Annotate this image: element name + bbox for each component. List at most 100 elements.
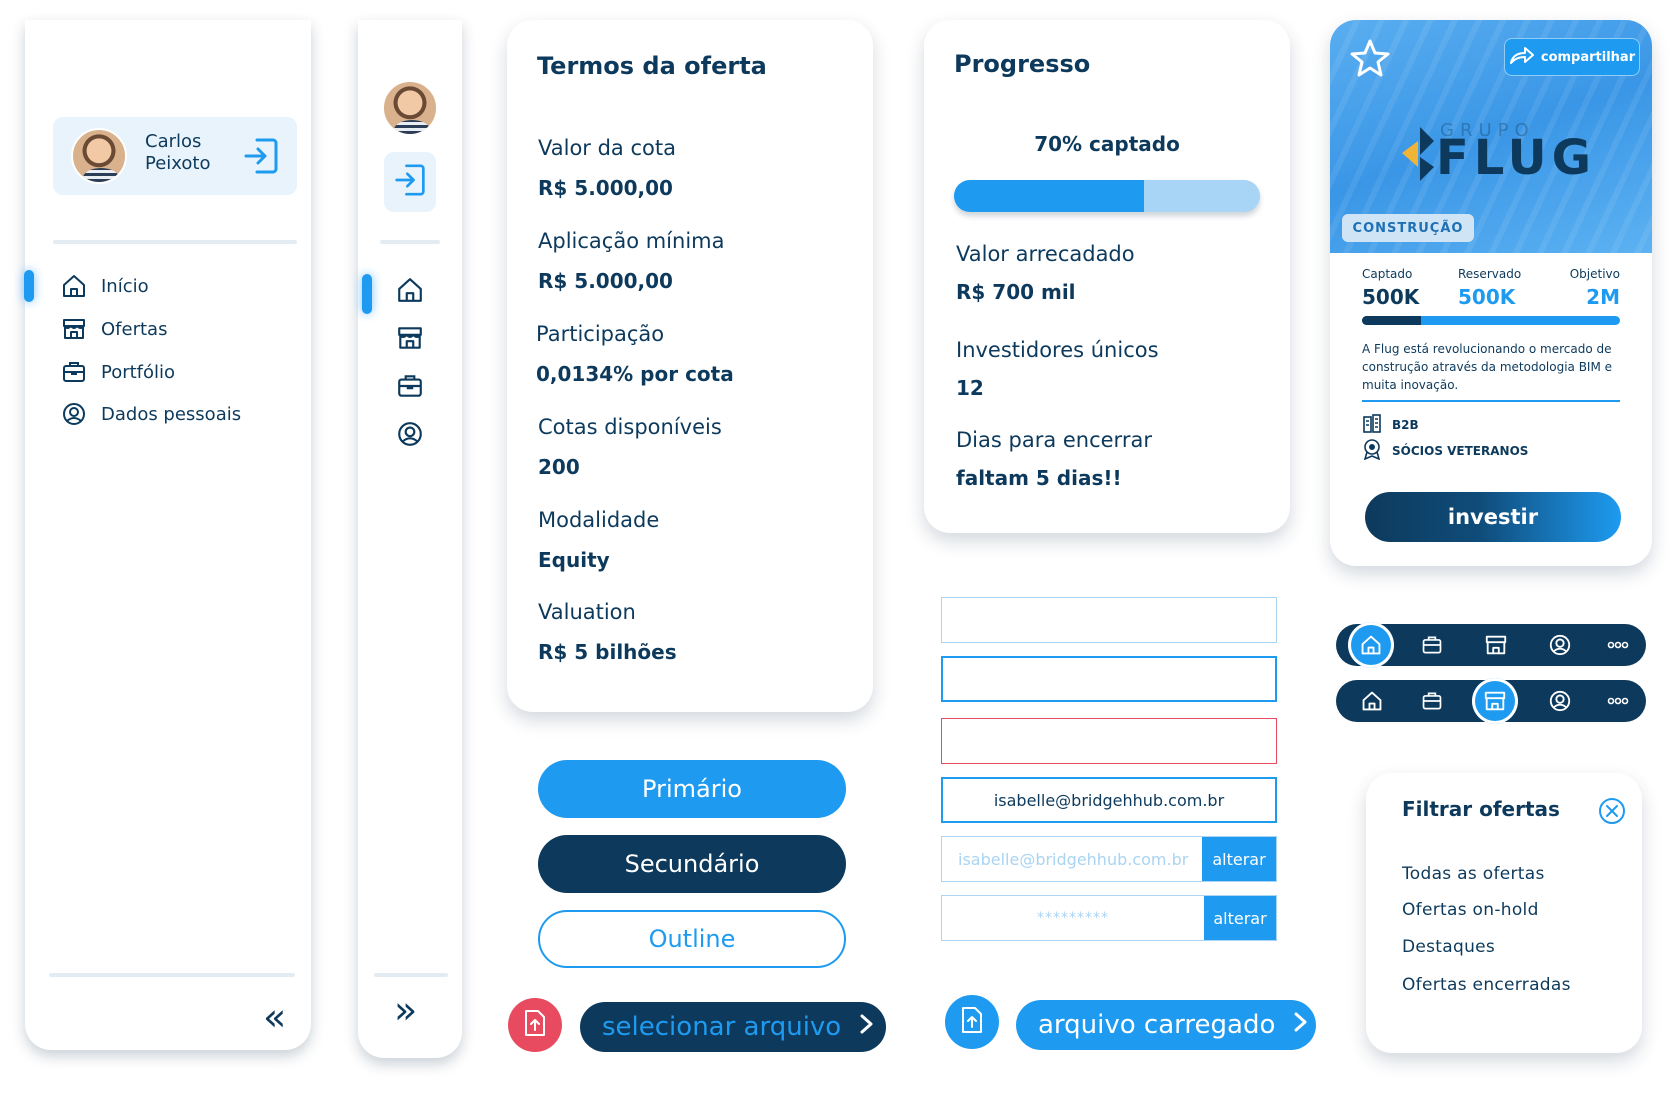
password-field[interactable]: ********* alterar [941, 895, 1277, 941]
invest-button[interactable]: investir [1365, 492, 1621, 542]
file-upload-icon [523, 1009, 547, 1041]
star-icon[interactable] [1350, 38, 1390, 82]
divider [380, 240, 440, 244]
term-value: R$ 5.000,00 [538, 176, 673, 200]
sidebar-item-dados-pessoais[interactable]: Dados pessoais [61, 401, 241, 427]
text-input-default[interactable] [941, 597, 1277, 643]
more-icon[interactable] [1602, 685, 1634, 717]
more-icon[interactable] [1602, 629, 1634, 661]
briefcase-icon[interactable] [1416, 629, 1448, 661]
text-input-error[interactable] [941, 718, 1277, 764]
brand-name: FLUG [1436, 130, 1597, 186]
outline-button[interactable]: Outline [538, 910, 846, 968]
primary-button[interactable]: Primário [538, 760, 846, 818]
file-upload-icon [960, 1006, 984, 1038]
home-icon[interactable] [1348, 622, 1394, 668]
home-icon[interactable] [396, 276, 424, 308]
user-circle-icon[interactable] [1544, 685, 1576, 717]
bottom-nav-home-active [1336, 622, 1646, 668]
funding-bar [1362, 316, 1620, 325]
term-value: Equity [538, 548, 610, 572]
term-label: Aplicação mínima [538, 229, 725, 253]
stat-label: Objetivo [1569, 267, 1620, 281]
select-file-label: selecionar arquivo [602, 1012, 842, 1042]
email-field[interactable]: isabelle@bridgehhub.com.br [941, 777, 1277, 823]
upload-error-button[interactable] [508, 998, 562, 1052]
store-icon [61, 316, 87, 342]
award-icon [1362, 438, 1382, 463]
email-readonly-value: isabelle@bridgehhub.com.br [958, 849, 1189, 869]
card-title: Progresso [954, 50, 1091, 78]
divider [1362, 400, 1620, 402]
card-title: Termos da oferta [537, 52, 767, 80]
briefcase-icon [61, 359, 87, 385]
sidebar-expanded: Carlos Peixoto Início Ofertas Portfólio … [24, 20, 311, 1050]
progress-label: Investidores únicos [956, 338, 1159, 362]
sidebar-item-inicio[interactable]: Início [61, 273, 149, 299]
term-value: R$ 5.000,00 [538, 269, 673, 293]
filter-item[interactable]: Todas as ofertas [1402, 864, 1545, 884]
progress-bar [954, 180, 1260, 212]
logout-icon [394, 162, 426, 202]
user-circle-icon[interactable] [396, 420, 424, 452]
logout-icon[interactable] [243, 137, 279, 175]
filter-item[interactable]: Ofertas on-hold [1402, 900, 1539, 920]
text-input-focused[interactable] [941, 656, 1277, 702]
home-icon[interactable] [1356, 685, 1388, 717]
sidebar-item-label: Dados pessoais [101, 403, 242, 425]
file-uploaded-button[interactable]: arquivo carregado [1016, 1000, 1316, 1050]
divider [49, 973, 295, 977]
buildings-icon [1362, 413, 1382, 436]
progress-label: Dias para encerrar [956, 428, 1152, 452]
sidebar-item-label: Portfólio [101, 361, 176, 383]
upload-success-button[interactable] [945, 995, 999, 1049]
offer-card[interactable]: compartilhar GRUPO FLUG CONSTRUÇÃO Capta… [1330, 20, 1652, 566]
store-icon[interactable] [1472, 678, 1518, 724]
user-profile-card[interactable]: Carlos Peixoto [53, 117, 297, 195]
sidebar-item-ofertas[interactable]: Ofertas [61, 316, 167, 342]
progress-card: Progresso 70% captado Valor arrecadado R… [924, 20, 1290, 533]
file-uploaded-label: arquivo carregado [1038, 1010, 1276, 1040]
user-circle-icon [61, 401, 87, 427]
share-button[interactable]: compartilhar [1504, 38, 1640, 76]
divider [374, 973, 448, 977]
bottom-nav-store-active [1336, 678, 1646, 724]
funding-bar-captado [1362, 316, 1422, 325]
progress-label: Valor arrecadado [956, 242, 1135, 266]
chevron-right-icon [1293, 1010, 1309, 1040]
term-label: Valor da cota [538, 136, 676, 160]
store-icon[interactable] [396, 324, 424, 356]
briefcase-icon[interactable] [1416, 685, 1448, 717]
tag-b2b: B2B [1362, 413, 1419, 436]
expand-sidebar-button[interactable]: » [394, 988, 417, 1032]
logout-button[interactable] [384, 152, 436, 212]
change-email-button[interactable]: alterar [1202, 837, 1276, 881]
share-label: compartilhar [1540, 49, 1636, 65]
email-readonly-field[interactable]: isabelle@bridgehhub.com.br alterar [941, 836, 1277, 882]
filter-offers-card: Filtrar ofertas Todas as ofertas Ofertas… [1366, 773, 1642, 1053]
select-file-button[interactable]: selecionar arquivo [580, 1002, 886, 1052]
progress-value: R$ 700 mil [956, 280, 1076, 304]
store-icon[interactable] [1480, 629, 1512, 661]
collapse-sidebar-button[interactable]: « [263, 995, 286, 1039]
filter-item[interactable]: Destaques [1402, 937, 1495, 957]
term-label: Participação [536, 322, 665, 346]
category-badge: CONSTRUÇÃO [1342, 214, 1474, 242]
briefcase-icon[interactable] [396, 372, 424, 404]
tag-veteranos: SÓCIOS VETERANOS [1362, 438, 1528, 463]
stat-label: Captado [1362, 267, 1413, 281]
change-password-button[interactable]: alterar [1204, 896, 1276, 940]
avatar [71, 128, 127, 184]
offer-description: A Flug está revolucionando o mercado de … [1362, 342, 1613, 392]
sidebar-item-label: Início [101, 275, 149, 297]
close-icon[interactable] [1598, 797, 1626, 829]
progress-value: faltam 5 dias!! [956, 466, 1122, 490]
sidebar-collapsed: » [358, 20, 462, 1058]
filter-item[interactable]: Ofertas encerradas [1402, 975, 1571, 995]
user-name: Carlos Peixoto [145, 131, 211, 174]
active-indicator [24, 270, 34, 302]
user-circle-icon[interactable] [1544, 629, 1576, 661]
sidebar-item-portfolio[interactable]: Portfólio [61, 359, 175, 385]
tag-label: SÓCIOS VETERANOS [1392, 443, 1529, 458]
secondary-button[interactable]: Secundário [538, 835, 846, 893]
